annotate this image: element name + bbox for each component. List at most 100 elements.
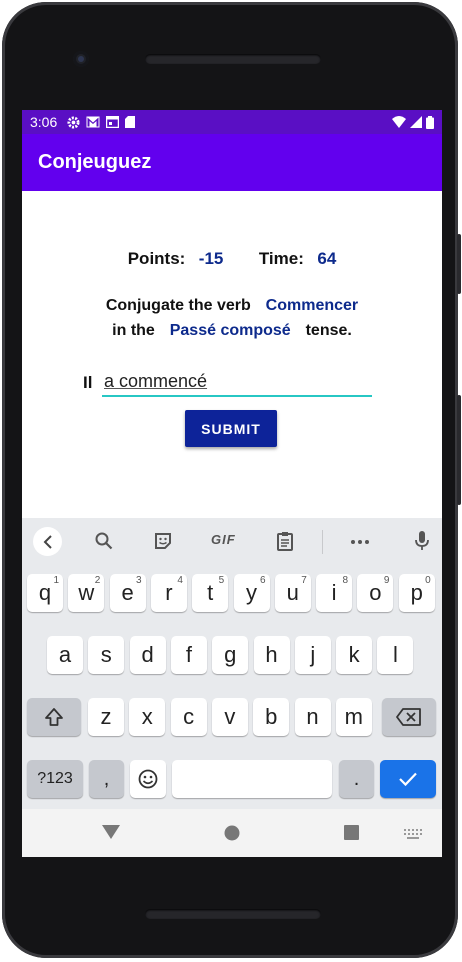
key-d[interactable]: d bbox=[129, 636, 166, 674]
key-label: o bbox=[369, 580, 382, 605]
key-hint: 6 bbox=[259, 575, 266, 586]
key-i[interactable]: i8 bbox=[316, 574, 353, 612]
tense-label: Passé composé bbox=[169, 322, 291, 339]
key-n[interactable]: n bbox=[294, 698, 331, 736]
key-label: q bbox=[38, 580, 52, 605]
key-h[interactable]: h bbox=[253, 636, 290, 674]
volume-button bbox=[457, 395, 461, 505]
time-value: 64 bbox=[317, 249, 337, 268]
key-k[interactable]: k bbox=[336, 636, 373, 674]
answer-input[interactable] bbox=[102, 367, 372, 397]
key-hint: 9 bbox=[383, 575, 390, 586]
key-u[interactable]: u7 bbox=[274, 574, 311, 612]
key-hint: 0 bbox=[425, 575, 431, 586]
key-label: t bbox=[207, 580, 214, 605]
signal-icon bbox=[410, 116, 422, 128]
time-label: Time: bbox=[258, 249, 304, 268]
front-camera bbox=[73, 51, 89, 67]
earpiece-speaker bbox=[145, 54, 321, 64]
key-p[interactable]: p0 bbox=[398, 574, 435, 612]
key-o[interactable]: o9 bbox=[357, 574, 394, 612]
key-t[interactable]: t5 bbox=[192, 574, 229, 612]
soft-keyboard: GIF q1w2e3r4t5y6u7i8o9p0 asdfghjkl zxcvb… bbox=[22, 518, 442, 809]
submit-button[interactable]: SUBMIT bbox=[185, 410, 277, 447]
keyboard-switch-icon[interactable] bbox=[404, 829, 422, 839]
emoji-icon bbox=[138, 769, 158, 789]
tense-suffix: tense. bbox=[305, 322, 352, 339]
back-icon[interactable] bbox=[102, 825, 120, 839]
check-icon bbox=[399, 772, 417, 787]
gear-icon bbox=[67, 115, 80, 129]
battery-icon bbox=[426, 115, 434, 129]
shift-icon bbox=[45, 708, 63, 726]
key-hint: 4 bbox=[177, 575, 183, 586]
key-z[interactable]: z bbox=[88, 698, 124, 736]
key-j[interactable]: j bbox=[294, 636, 331, 674]
key-label: r bbox=[165, 580, 173, 605]
chevron-left-icon[interactable] bbox=[33, 527, 62, 556]
toolbar-divider bbox=[322, 530, 323, 554]
screen: 3:06 Conjeuguez Points: -15 Time: 64 Con… bbox=[22, 110, 442, 857]
key-g[interactable]: g bbox=[212, 636, 249, 674]
gif-icon[interactable]: GIF bbox=[211, 532, 236, 547]
game-content: Points: -15 Time: 64 Conjugate the verb … bbox=[22, 191, 442, 521]
key-m[interactable]: m bbox=[335, 698, 372, 736]
calendar-icon bbox=[106, 116, 120, 128]
status-time: 3:06 bbox=[30, 114, 58, 130]
key-r[interactable]: r4 bbox=[150, 574, 187, 612]
period-key[interactable]: . bbox=[339, 760, 374, 798]
key-hint: 2 bbox=[94, 575, 101, 586]
emoji-key[interactable] bbox=[130, 760, 166, 798]
bottom-speaker bbox=[145, 909, 321, 919]
app-bar: Conjeuguez bbox=[22, 134, 442, 191]
key-hint: 5 bbox=[218, 575, 225, 586]
key-v[interactable]: v bbox=[211, 698, 248, 736]
search-icon[interactable] bbox=[95, 532, 113, 550]
key-label: p bbox=[410, 580, 423, 605]
wifi-icon bbox=[392, 116, 406, 128]
more-icon[interactable] bbox=[351, 540, 369, 544]
key-y[interactable]: y6 bbox=[233, 574, 270, 612]
space-key[interactable] bbox=[172, 760, 332, 798]
verb-label: Commencer bbox=[265, 297, 359, 314]
key-label: y bbox=[246, 580, 257, 605]
in-the-label: in the bbox=[112, 322, 155, 339]
key-a[interactable]: a bbox=[47, 636, 83, 674]
points-value: -15 bbox=[198, 249, 224, 268]
key-hint: 3 bbox=[136, 575, 142, 586]
pronoun-label: Il bbox=[83, 373, 93, 392]
recents-icon[interactable] bbox=[344, 825, 359, 840]
symbols-key[interactable]: ?123 bbox=[27, 760, 83, 798]
mic-icon[interactable] bbox=[415, 531, 429, 551]
instruction-text: Conjugate the verb Commencer in the Pass… bbox=[22, 293, 442, 343]
gmail-icon bbox=[86, 116, 100, 128]
backspace-key[interactable] bbox=[382, 698, 436, 736]
key-hint: 1 bbox=[53, 575, 59, 586]
key-label: w bbox=[78, 580, 95, 605]
done-key[interactable] bbox=[380, 760, 436, 798]
key-label: u bbox=[286, 580, 299, 605]
key-b[interactable]: b bbox=[253, 698, 290, 736]
key-c[interactable]: c bbox=[170, 698, 207, 736]
key-l[interactable]: l bbox=[377, 636, 414, 674]
clipboard-icon[interactable] bbox=[277, 531, 293, 551]
key-e[interactable]: e3 bbox=[109, 574, 146, 612]
sticker-icon[interactable] bbox=[154, 532, 172, 550]
phone-frame: 3:06 Conjeuguez Points: -15 Time: 64 Con… bbox=[2, 2, 461, 958]
backspace-icon bbox=[396, 708, 421, 726]
key-x[interactable]: x bbox=[129, 698, 166, 736]
key-hint: 8 bbox=[342, 575, 349, 586]
key-label: i bbox=[331, 580, 337, 605]
sd-card-icon bbox=[125, 116, 136, 128]
shift-key[interactable] bbox=[27, 698, 81, 736]
key-f[interactable]: f bbox=[170, 636, 207, 674]
score-row: Points: -15 Time: 64 bbox=[22, 249, 442, 269]
home-icon[interactable] bbox=[224, 825, 240, 841]
comma-key[interactable]: , bbox=[89, 760, 124, 798]
key-s[interactable]: s bbox=[88, 636, 125, 674]
status-bar: 3:06 bbox=[22, 110, 442, 134]
keyboard-toolbar: GIF bbox=[22, 518, 442, 564]
key-q[interactable]: q1 bbox=[27, 574, 63, 612]
key-hint: 7 bbox=[301, 575, 307, 586]
key-w[interactable]: w2 bbox=[68, 574, 105, 612]
